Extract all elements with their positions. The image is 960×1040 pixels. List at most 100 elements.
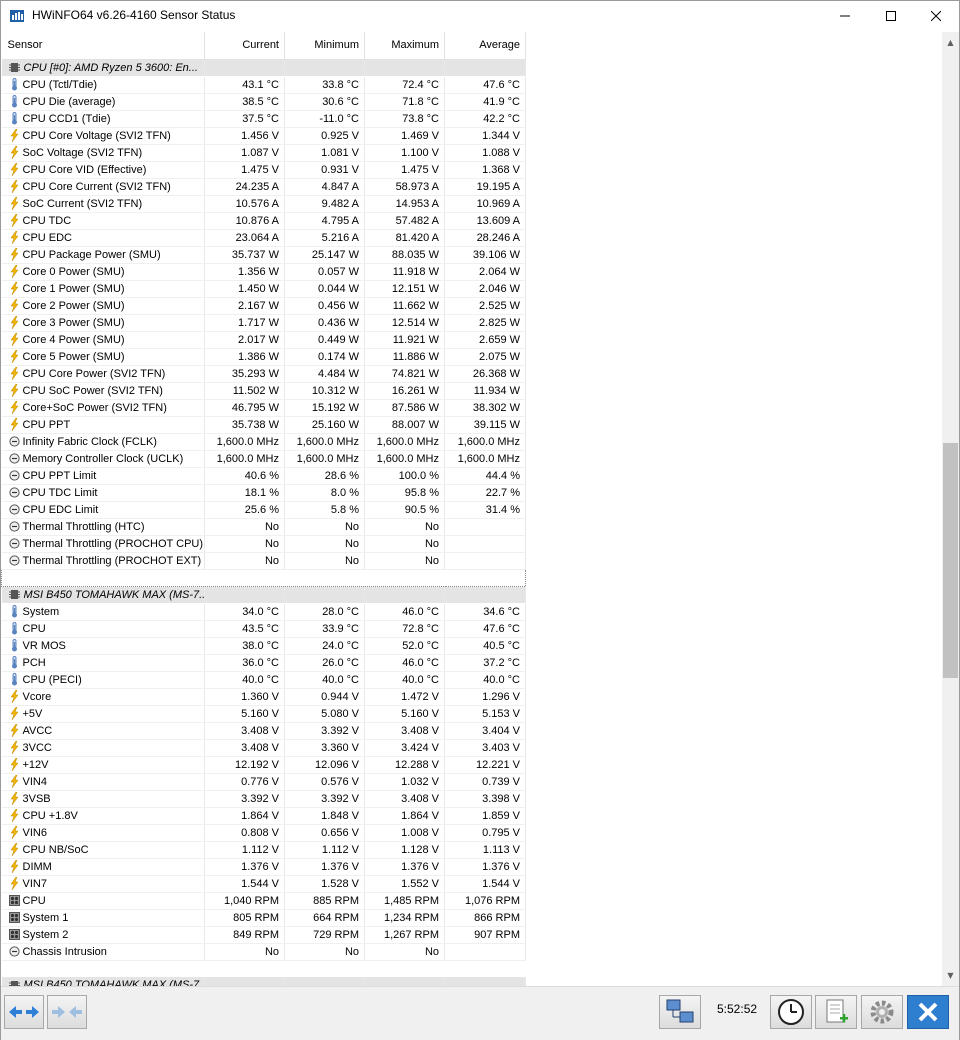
sensor-row[interactable]: System 2 849 RPM 729 RPM 1,267 RPM 907 RPM — [1, 926, 526, 944]
sensor-name-cell[interactable]: +5V — [1, 705, 205, 723]
sensor-name-cell[interactable]: System — [1, 603, 205, 621]
minimize-button[interactable] — [822, 1, 868, 31]
sensor-name-cell[interactable]: CPU NB/SoC — [1, 841, 205, 859]
sensor-name-cell[interactable]: DIMM — [1, 858, 205, 876]
sensor-name-cell[interactable]: 3VSB — [1, 790, 205, 808]
sensor-row[interactable]: Core 0 Power (SMU) 1.356 W 0.057 W 11.918 W… — [1, 263, 526, 281]
sensor-group-header[interactable]: MSI B450 TOMAHAWK MAX (MS-7... — [1, 977, 526, 986]
sensor-name-cell[interactable]: Thermal Throttling (HTC) — [1, 518, 205, 536]
sensor-name-cell[interactable]: System 2 — [1, 926, 205, 944]
sensor-name-cell[interactable]: SoC Voltage (SVI2 TFN) — [1, 144, 205, 162]
sensor-name-cell[interactable]: +12V — [1, 756, 205, 774]
column-header-current[interactable]: Current — [204, 32, 285, 60]
collapse-expand-button[interactable] — [4, 995, 44, 1029]
sensor-row[interactable]: CPU TDC 10.876 A 4.795 A 57.482 A 13.609 A — [1, 212, 526, 230]
sensor-row[interactable]: System 1 805 RPM 664 RPM 1,234 RPM 866 RPM — [1, 909, 526, 927]
sensor-row[interactable]: Thermal Throttling (PROCHOT EXT) No No No — [1, 552, 526, 570]
sensor-group-cell[interactable]: MSI B450 TOMAHAWK MAX (MS-7... — [1, 977, 205, 986]
sensor-name-cell[interactable]: 3VCC — [1, 739, 205, 757]
sensor-name-cell[interactable]: Infinity Fabric Clock (FCLK) — [1, 433, 205, 451]
sensor-row[interactable]: CPU Die (average) 38.5 °C 30.6 °C 71.8 °C 41… — [1, 93, 526, 111]
column-header-minimum[interactable]: Minimum — [284, 32, 365, 60]
sensor-row[interactable]: CPU (PECI) 40.0 °C 40.0 °C 40.0 °C 40.0 °C — [1, 671, 526, 689]
sensor-name-cell[interactable]: VIN7 — [1, 875, 205, 893]
sensor-row[interactable]: CPU 1,040 RPM 885 RPM 1,485 RPM 1,076 RPM — [1, 892, 526, 910]
sensor-name-cell[interactable]: CPU PPT Limit — [1, 467, 205, 485]
sensor-row[interactable]: Vcore 1.360 V 0.944 V 1.472 V 1.296 V — [1, 688, 526, 706]
sensor-name-cell[interactable]: CPU EDC Limit — [1, 501, 205, 519]
sensor-name-cell[interactable]: SoC Current (SVI2 TFN) — [1, 195, 205, 213]
sensor-group-cell[interactable]: CPU [#0]: AMD Ryzen 5 3600: En... — [1, 59, 205, 77]
sensor-name-cell[interactable]: CPU Core Voltage (SVI2 TFN) — [1, 127, 205, 145]
sensor-name-cell[interactable]: CPU EDC — [1, 229, 205, 247]
column-header-sensor[interactable]: Sensor — [1, 32, 205, 60]
sensor-name-cell[interactable]: CPU (PECI) — [1, 671, 205, 689]
sensor-row[interactable]: +5V 5.160 V 5.080 V 5.160 V 5.153 V — [1, 705, 526, 723]
logging-button[interactable] — [815, 995, 857, 1029]
sensor-row[interactable]: CPU Core VID (Effective) 1.475 V 0.931 V 1.… — [1, 161, 526, 179]
vertical-scrollbar[interactable]: ▲ ▼ — [942, 32, 959, 986]
scrollbar-thumb[interactable] — [943, 443, 958, 678]
sensor-group-header[interactable]: CPU [#0]: AMD Ryzen 5 3600: En... — [1, 59, 526, 77]
sensor-row[interactable]: CPU Core Power (SVI2 TFN) 35.293 W 4.484 W… — [1, 365, 526, 383]
sensor-name-cell[interactable]: Vcore — [1, 688, 205, 706]
maximize-button[interactable] — [868, 1, 914, 31]
sensor-row[interactable]: +12V 12.192 V 12.096 V 12.288 V 12.221 V — [1, 756, 526, 774]
sensor-name-cell[interactable]: VR MOS — [1, 637, 205, 655]
move-columns-button[interactable] — [47, 995, 87, 1029]
sensor-row[interactable]: CPU SoC Power (SVI2 TFN) 11.502 W 10.312 W… — [1, 382, 526, 400]
sensor-row[interactable]: Core 1 Power (SMU) 1.450 W 0.044 W 12.151 W… — [1, 280, 526, 298]
network-button[interactable] — [659, 995, 701, 1029]
sensor-list[interactable]: Sensor Current Minimum Maximum Average C… — [1, 32, 959, 986]
close-window-button[interactable] — [913, 1, 959, 31]
sensor-name-cell[interactable]: System 1 — [1, 909, 205, 927]
sensor-name-cell[interactable]: CPU TDC Limit — [1, 484, 205, 502]
sensor-row[interactable]: PCH 36.0 °C 26.0 °C 46.0 °C 37.2 °C — [1, 654, 526, 672]
sensor-row[interactable]: Core+SoC Power (SVI2 TFN) 46.795 W 15.192 … — [1, 399, 526, 417]
sensor-name-cell[interactable]: CPU SoC Power (SVI2 TFN) — [1, 382, 205, 400]
sensor-row[interactable]: CPU PPT Limit 40.6 % 28.6 % 100.0 % 44.4 % — [1, 467, 526, 485]
sensor-row[interactable]: CPU Package Power (SMU) 35.737 W 25.147 W8… — [1, 246, 526, 264]
sensor-row[interactable]: CPU EDC Limit 25.6 % 5.8 % 90.5 % 31.4 % — [1, 501, 526, 519]
sensor-name-cell[interactable]: AVCC — [1, 722, 205, 740]
sensor-row[interactable]: CPU EDC 23.064 A 5.216 A 81.420 A 28.246 A — [1, 229, 526, 247]
sensor-group-cell[interactable]: MSI B450 TOMAHAWK MAX (MS-7... — [1, 586, 205, 604]
scroll-down-arrow-icon[interactable]: ▼ — [942, 967, 959, 984]
sensor-name-cell[interactable]: Core 2 Power (SMU) — [1, 297, 205, 315]
sensor-row[interactable]: Thermal Throttling (HTC) No No No — [1, 518, 526, 536]
sensor-row[interactable]: VR MOS 38.0 °C 24.0 °C 52.0 °C 40.5 °C — [1, 637, 526, 655]
sensor-row[interactable]: Core 5 Power (SMU) 1.386 W 0.174 W 11.886 W… — [1, 348, 526, 366]
sensor-name-cell[interactable]: CPU Die (average) — [1, 93, 205, 111]
sensor-row[interactable]: CPU (Tctl/Tdie) 43.1 °C 33.8 °C 72.4 °C 47.6… — [1, 76, 526, 94]
sensor-name-cell[interactable]: Core+SoC Power (SVI2 TFN) — [1, 399, 205, 417]
sensor-row[interactable]: VIN4 0.776 V 0.576 V 1.032 V 0.739 V — [1, 773, 526, 791]
sensor-row[interactable]: CPU PPT 35.738 W 25.160 W 88.007 W 39.115 W — [1, 416, 526, 434]
sensor-row[interactable]: System 34.0 °C 28.0 °C 46.0 °C 34.6 °C — [1, 603, 526, 621]
sensor-name-cell[interactable]: CPU +1.8V — [1, 807, 205, 825]
sensor-name-cell[interactable]: Core 4 Power (SMU) — [1, 331, 205, 349]
title-bar[interactable]: HWiNFO64 v6.26-4160 Sensor Status — [1, 1, 959, 31]
sensor-name-cell[interactable]: Core 5 Power (SMU) — [1, 348, 205, 366]
sensor-name-cell[interactable]: Thermal Throttling (PROCHOT CPU) — [1, 535, 205, 553]
close-sensors-button[interactable] — [907, 995, 949, 1029]
sensor-name-cell[interactable]: CPU Core Power (SVI2 TFN) — [1, 365, 205, 383]
sensor-row[interactable]: CPU CCD1 (Tdie) 37.5 °C -11.0 °C 73.8 °C 42.… — [1, 110, 526, 128]
sensor-row[interactable]: SoC Voltage (SVI2 TFN) 1.087 V 1.081 V 1.10… — [1, 144, 526, 162]
sensor-name-cell[interactable]: Thermal Throttling (PROCHOT EXT) — [1, 552, 205, 570]
sensor-row[interactable]: SoC Current (SVI2 TFN) 10.576 A 9.482 A 14.… — [1, 195, 526, 213]
sensor-name-cell[interactable]: CPU TDC — [1, 212, 205, 230]
sensor-row[interactable]: CPU 43.5 °C 33.9 °C 72.8 °C 47.6 °C — [1, 620, 526, 638]
sensor-row[interactable]: DIMM 1.376 V 1.376 V 1.376 V 1.376 V — [1, 858, 526, 876]
sensor-name-cell[interactable]: CPU PPT — [1, 416, 205, 434]
sensor-name-cell[interactable]: CPU Core VID (Effective) — [1, 161, 205, 179]
settings-button[interactable] — [861, 995, 903, 1029]
sensor-row[interactable]: VIN7 1.544 V 1.528 V 1.552 V 1.544 V — [1, 875, 526, 893]
sensor-name-cell[interactable]: Core 3 Power (SMU) — [1, 314, 205, 332]
sensor-row[interactable]: CPU Core Voltage (SVI2 TFN) 1.456 V 0.925 … — [1, 127, 526, 145]
sensor-row[interactable]: Core 2 Power (SMU) 2.167 W 0.456 W 11.662 W… — [1, 297, 526, 315]
sensor-row[interactable]: 3VSB 3.392 V 3.392 V 3.408 V 3.398 V — [1, 790, 526, 808]
sensor-name-cell[interactable]: CPU — [1, 892, 205, 910]
sensor-name-cell[interactable]: CPU (Tctl/Tdie) — [1, 76, 205, 94]
sensor-row[interactable]: CPU Core Current (SVI2 TFN) 24.235 A 4.847… — [1, 178, 526, 196]
sensor-name-cell[interactable]: PCH — [1, 654, 205, 672]
